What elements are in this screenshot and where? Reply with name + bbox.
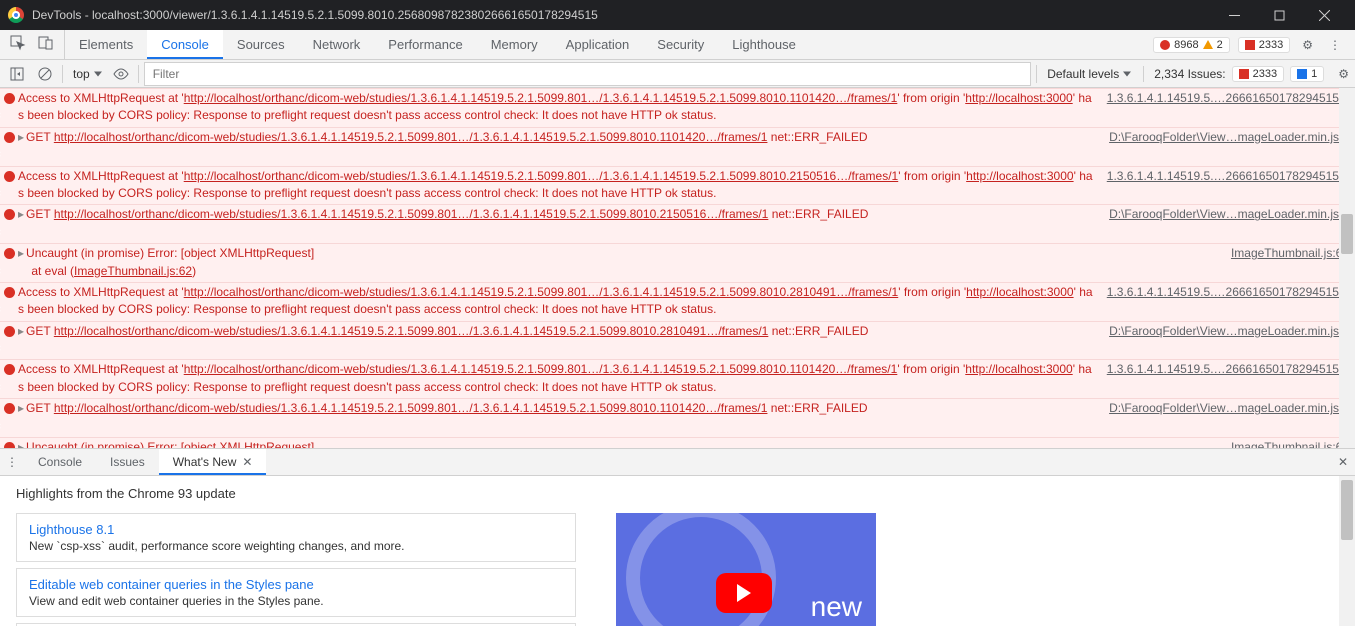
main-tabbar: ElementsConsoleSourcesNetworkPerformance… (0, 30, 1355, 60)
whatsnew-heading: Highlights from the Chrome 93 update (16, 486, 1339, 501)
minimize-button[interactable] (1212, 0, 1257, 30)
device-icon[interactable] (38, 35, 54, 54)
console-settings-gear-icon[interactable]: ⚙ (1338, 67, 1349, 81)
drawer-tab-issues[interactable]: Issues (96, 449, 159, 475)
message-body: Access to XMLHttpRequest at 'http://loca… (18, 361, 1093, 397)
error-icon (4, 400, 18, 436)
message-body: Access to XMLHttpRequest at 'http://loca… (18, 284, 1093, 320)
message-source-link[interactable]: D:\FarooqFolder\View…mageLoader.min.js:2 (1095, 129, 1349, 165)
console-message[interactable]: GET http://localhost/orthanc/dicom-web/s… (0, 204, 1355, 243)
chrome-icon (8, 7, 24, 23)
tab-lighthouse[interactable]: Lighthouse (718, 30, 810, 59)
drawer-scrollbar[interactable] (1339, 476, 1355, 626)
console-message[interactable]: Uncaught (in promise) Error: [object XML… (0, 243, 1355, 282)
console-message[interactable]: Uncaught (in promise) Error: [object XML… (0, 437, 1355, 448)
message-source-link[interactable]: D:\FarooqFolder\View…mageLoader.min.js:2 (1095, 323, 1349, 359)
card-desc: View and edit web container queries in t… (29, 594, 563, 608)
drawer-tab-console[interactable]: Console (24, 449, 96, 475)
message-body: Uncaught (in promise) Error: [object XML… (18, 245, 1217, 281)
tab-console[interactable]: Console (147, 30, 223, 59)
message-source-link[interactable]: ImageThumbnail.js:62 (1217, 439, 1349, 448)
console-message[interactable]: GET http://localhost/orthanc/dicom-web/s… (0, 127, 1355, 166)
console-message[interactable]: Access to XMLHttpRequest at 'http://loca… (0, 88, 1355, 127)
close-button[interactable] (1302, 0, 1347, 30)
message-source-link[interactable]: D:\FarooqFolder\View…mageLoader.min.js:2 (1095, 400, 1349, 436)
context-select[interactable]: top (69, 65, 104, 83)
error-counter[interactable]: 8968 2 (1153, 37, 1230, 53)
whatsnew-card[interactable]: Lighthouse 8.1 New `csp-xss` audit, perfo… (16, 513, 576, 562)
promo-text: new (811, 591, 862, 623)
tab-security[interactable]: Security (643, 30, 718, 59)
drawer-tab-what-s-new[interactable]: What's New✕ (159, 449, 267, 475)
warning-triangle-icon (1203, 40, 1213, 49)
drawer-more-icon[interactable]: ⋮ (0, 449, 24, 475)
drawer-tabbar: ⋮ ConsoleIssuesWhat's New✕ ✕ (0, 448, 1355, 476)
card-title: Editable web container queries in the St… (29, 577, 563, 592)
console-message[interactable]: GET http://localhost/orthanc/dicom-web/s… (0, 321, 1355, 360)
message-body: GET http://localhost/orthanc/dicom-web/s… (18, 206, 1095, 242)
console-message[interactable]: Access to XMLHttpRequest at 'http://loca… (0, 166, 1355, 205)
message-source-link[interactable]: 1.3.6.1.4.1.14519.5.…26661650178294515:1 (1093, 168, 1349, 204)
error-icon (4, 245, 18, 281)
error-dot-icon (1160, 40, 1170, 50)
drawer-close-icon[interactable]: ✕ (1331, 449, 1355, 475)
settings-gear-icon[interactable]: ⚙ (1298, 38, 1317, 52)
sidebar-toggle-icon[interactable] (6, 63, 28, 85)
message-source-link[interactable]: D:\FarooqFolder\View…mageLoader.min.js:2 (1095, 206, 1349, 242)
tab-network[interactable]: Network (299, 30, 375, 59)
message-body: GET http://localhost/orthanc/dicom-web/s… (18, 323, 1095, 359)
error-square-icon (1239, 69, 1249, 79)
tab-sources[interactable]: Sources (223, 30, 299, 59)
clear-console-icon[interactable] (34, 63, 56, 85)
filter-input[interactable] (145, 63, 1031, 85)
whatsnew-video[interactable]: new (616, 513, 876, 626)
issues-label: 2,334 Issues: (1154, 67, 1225, 81)
tab-memory[interactable]: Memory (477, 30, 552, 59)
drawer-body: Highlights from the Chrome 93 update Lig… (0, 476, 1355, 626)
tab-performance[interactable]: Performance (374, 30, 476, 59)
message-body: GET http://localhost/orthanc/dicom-web/s… (18, 400, 1095, 436)
blocked-square-icon (1245, 40, 1255, 50)
console-message[interactable]: GET http://localhost/orthanc/dicom-web/s… (0, 398, 1355, 437)
window-title: DevTools - localhost:3000/viewer/1.3.6.1… (32, 8, 1212, 22)
error-icon (4, 284, 18, 320)
message-source-link[interactable]: ImageThumbnail.js:62 (1217, 245, 1349, 281)
console-message[interactable]: Access to XMLHttpRequest at 'http://loca… (0, 359, 1355, 398)
issues-info[interactable]: 1 (1290, 66, 1324, 82)
more-kebab-icon[interactable]: ⋮ (1325, 38, 1345, 52)
log-levels-select[interactable]: Default levels (1043, 65, 1133, 83)
console-message[interactable]: Access to XMLHttpRequest at 'http://loca… (0, 282, 1355, 321)
message-source-link[interactable]: 1.3.6.1.4.1.14519.5.…26661650178294515:1 (1093, 284, 1349, 320)
info-square-icon (1297, 69, 1307, 79)
card-desc: New `csp-xss` audit, performance score w… (29, 539, 563, 553)
console-scrollbar[interactable] (1339, 88, 1355, 448)
message-body: Uncaught (in promise) Error: [object XML… (18, 439, 1217, 448)
tab-application[interactable]: Application (552, 30, 644, 59)
play-icon (716, 573, 772, 613)
tab-close-icon[interactable]: ✕ (242, 455, 252, 469)
error-icon (4, 323, 18, 359)
window-titlebar: DevTools - localhost:3000/viewer/1.3.6.1… (0, 0, 1355, 30)
whatsnew-card[interactable]: Editable web container queries in the St… (16, 568, 576, 617)
inspect-icon[interactable] (10, 35, 26, 54)
message-body: GET http://localhost/orthanc/dicom-web/s… (18, 129, 1095, 165)
error-icon (4, 361, 18, 397)
error-icon (4, 90, 18, 126)
blocked-counter[interactable]: 2333 (1238, 37, 1290, 53)
message-source-link[interactable]: 1.3.6.1.4.1.14519.5.…26661650178294515:1 (1093, 361, 1349, 397)
error-icon (4, 129, 18, 165)
error-icon (4, 168, 18, 204)
message-source-link[interactable]: 1.3.6.1.4.1.14519.5.…26661650178294515:1 (1093, 90, 1349, 126)
card-title: Lighthouse 8.1 (29, 522, 563, 537)
live-expression-eye-icon[interactable] (110, 63, 132, 85)
console-toolbar: top Default levels 2,334 Issues: 2333 1 … (0, 60, 1355, 88)
tab-elements[interactable]: Elements (65, 30, 147, 59)
console-log[interactable]: Access to XMLHttpRequest at 'http://loca… (0, 88, 1355, 448)
error-icon (4, 439, 18, 448)
message-body: Access to XMLHttpRequest at 'http://loca… (18, 90, 1093, 126)
error-icon (4, 206, 18, 242)
issues-errors[interactable]: 2333 (1232, 66, 1284, 82)
message-body: Access to XMLHttpRequest at 'http://loca… (18, 168, 1093, 204)
maximize-button[interactable] (1257, 0, 1302, 30)
